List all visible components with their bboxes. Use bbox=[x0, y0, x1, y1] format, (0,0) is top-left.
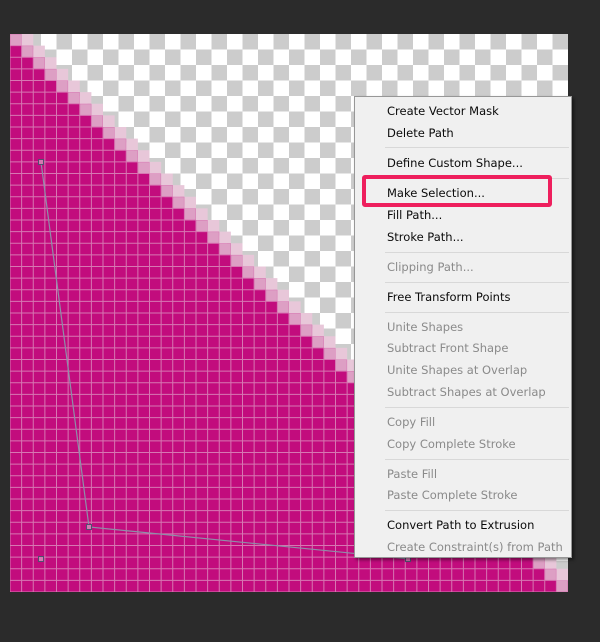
menu-item-stroke-path[interactable]: Stroke Path... bbox=[355, 226, 571, 248]
menu-item-subtract-front-shape: Subtract Front Shape bbox=[387, 341, 509, 355]
menu-item-create-constraints-from-path: Create Constraint(s) from Path bbox=[387, 540, 563, 554]
menu-separator bbox=[385, 252, 569, 253]
menu-item-make-selection[interactable]: Make Selection... bbox=[355, 182, 571, 204]
menu-item-paste-fill: Paste Fill bbox=[387, 467, 438, 481]
menu-separator bbox=[385, 407, 569, 408]
menu-separator bbox=[385, 459, 569, 460]
menu-item-unite-shapes: Unite Shapes bbox=[387, 320, 464, 334]
path-anchor-point bbox=[38, 159, 44, 165]
menu-separator bbox=[385, 282, 569, 283]
menu-item-copy-complete-stroke: Copy Complete Stroke bbox=[387, 437, 516, 451]
menu-item-free-transform-points[interactable]: Free Transform Points bbox=[355, 286, 571, 308]
path-anchor-point bbox=[38, 556, 44, 562]
menu-separator bbox=[385, 147, 569, 148]
menu-item-fill-path[interactable]: Fill Path... bbox=[355, 204, 571, 226]
menu-item-convert-path-to-extrusion[interactable]: Convert Path to Extrusion bbox=[355, 514, 571, 536]
menu-item-create-vector-mask[interactable]: Create Vector Mask bbox=[355, 100, 571, 122]
menu-item-delete-path[interactable]: Delete Path bbox=[355, 122, 571, 144]
menu-item-paste-complete-stroke: Paste Complete Stroke bbox=[387, 488, 518, 502]
path-context-menu: Create Vector Mask Delete Path Define Cu… bbox=[354, 96, 572, 558]
menu-item-define-custom-shape[interactable]: Define Custom Shape... bbox=[355, 152, 571, 174]
menu-separator bbox=[385, 312, 569, 313]
path-anchor-point bbox=[86, 524, 92, 530]
menu-item-clipping-path: Clipping Path... bbox=[387, 260, 474, 274]
menu-separator bbox=[385, 178, 569, 179]
menu-item-unite-shapes-at-overlap: Unite Shapes at Overlap bbox=[387, 363, 528, 377]
menu-item-copy-fill: Copy Fill bbox=[387, 415, 436, 429]
menu-separator bbox=[385, 510, 569, 511]
menu-item-subtract-shapes-at-overlap: Subtract Shapes at Overlap bbox=[387, 385, 546, 399]
